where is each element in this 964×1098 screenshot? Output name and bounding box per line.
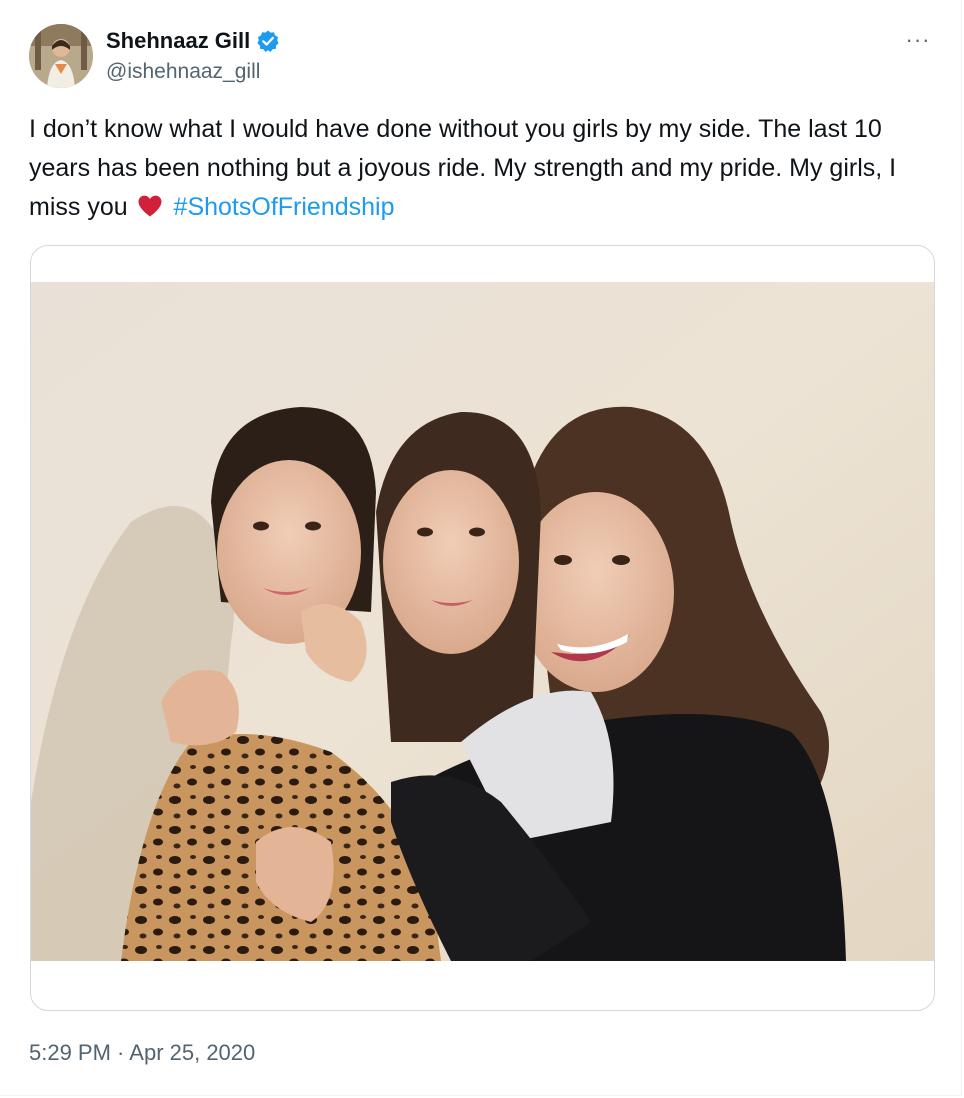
tweet-card: Shehnaaz Gill @ishehnaaz_gill ··· I don’…	[0, 0, 962, 1096]
verified-badge-icon[interactable]	[256, 29, 280, 53]
author-handle[interactable]: @ishehnaaz_gill	[106, 58, 260, 86]
media-card[interactable]	[30, 245, 935, 1011]
more-options-button[interactable]: ···	[900, 24, 936, 56]
timestamp-separator: ·	[110, 1040, 130, 1065]
tweet-time[interactable]: 5:29 PM	[29, 1040, 111, 1065]
red-heart-icon	[138, 195, 162, 217]
tweet-photo[interactable]	[31, 282, 934, 961]
author-display-name[interactable]: Shehnaaz Gill	[106, 27, 250, 55]
profile-photo-icon	[29, 24, 93, 88]
tweet-date[interactable]: Apr 25, 2020	[129, 1040, 255, 1065]
tweet-timestamp: 5:29 PM · Apr 25, 2020	[29, 1038, 255, 1068]
author-avatar[interactable]	[29, 24, 93, 88]
author-name-row: Shehnaaz Gill	[106, 27, 280, 55]
tweet-text: I don’t know what I would have done with…	[29, 110, 919, 227]
hashtag-link[interactable]: #ShotsOfFriendship	[174, 193, 395, 221]
